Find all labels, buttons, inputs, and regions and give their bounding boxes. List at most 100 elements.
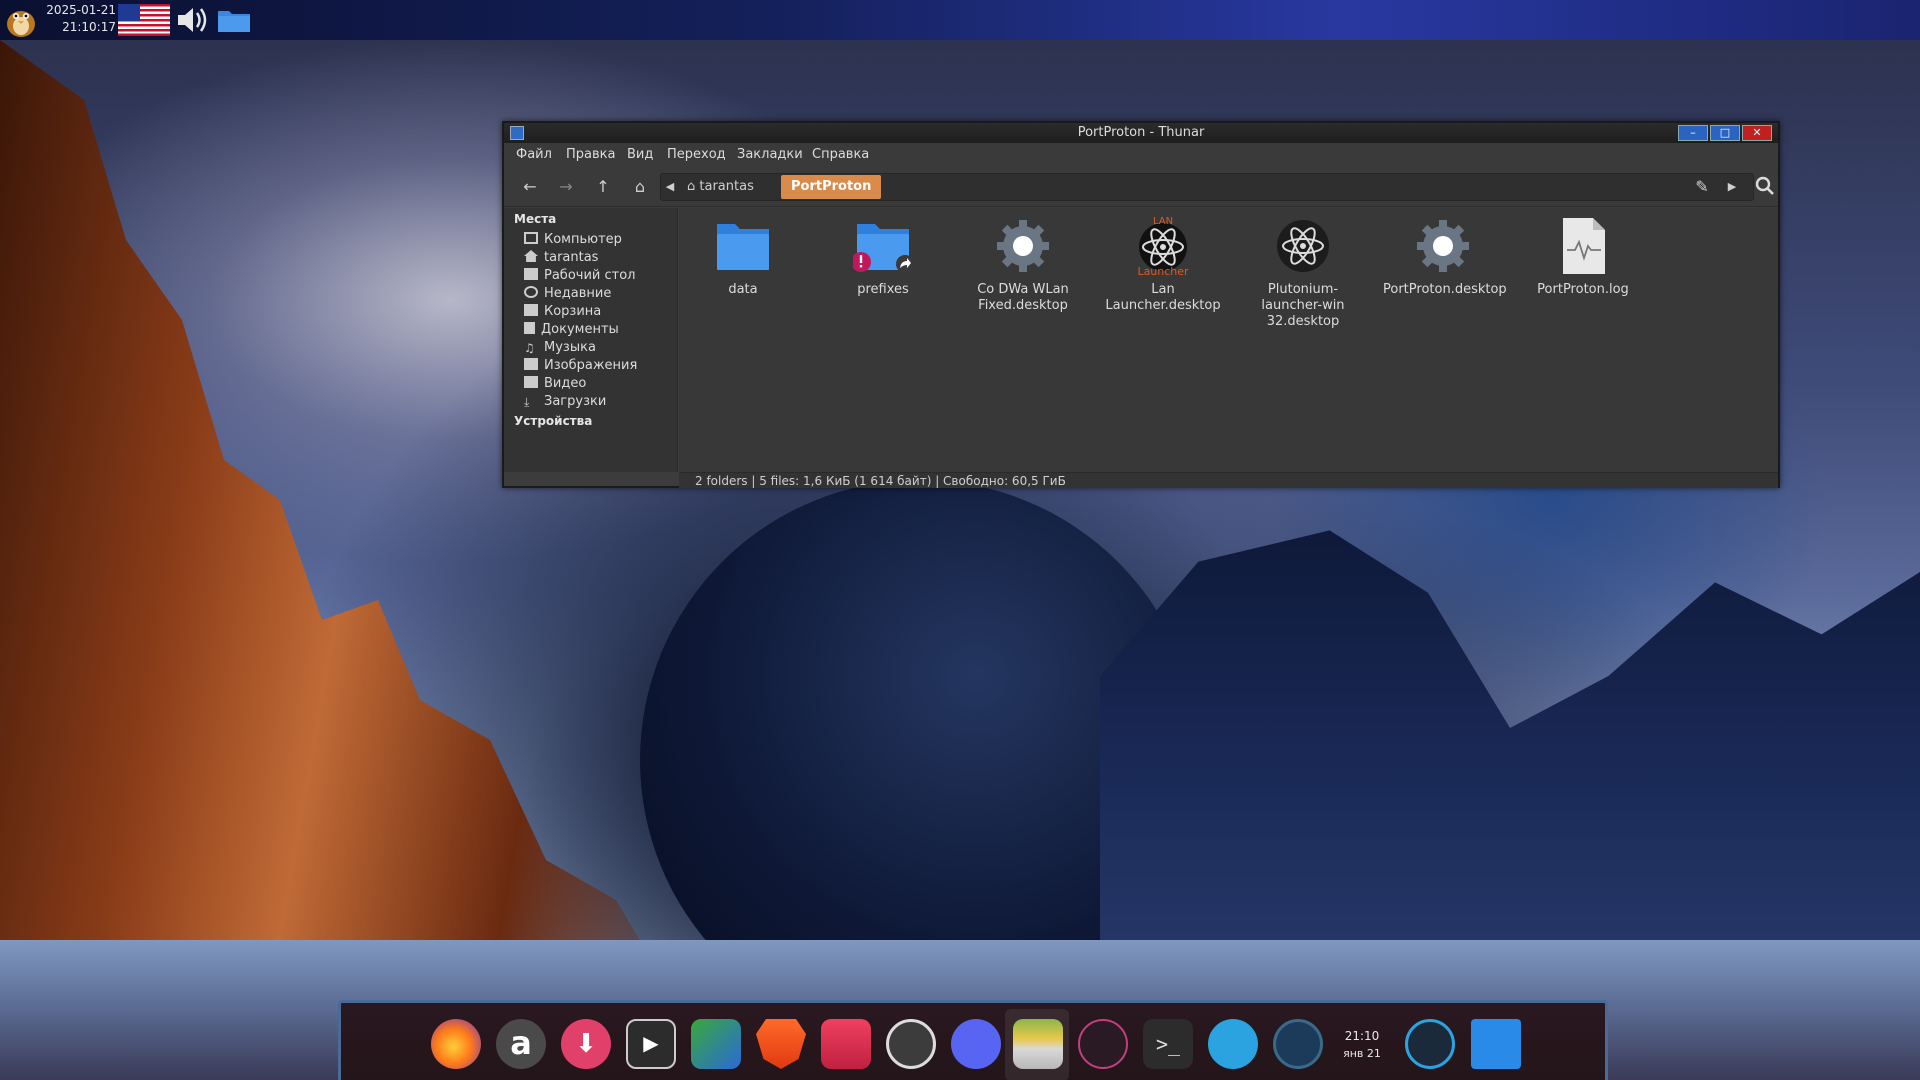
menu-go[interactable]: Переход (667, 143, 726, 167)
atom-icon (1273, 216, 1333, 276)
status-bar: 2 folders | 5 files: 1,6 КиБ (1 614 байт… (679, 472, 1778, 488)
sidebar-item-downloads[interactable]: ⤓ Загрузки (524, 392, 606, 412)
back-arrow-icon[interactable]: ← (519, 176, 541, 198)
menu-view[interactable]: Вид (627, 143, 653, 167)
firefox-icon[interactable] (431, 1019, 481, 1069)
file-manager-icon[interactable] (1013, 1019, 1063, 1069)
sidebar-item-trash[interactable]: Корзина (524, 302, 601, 322)
sidebar-item-recent[interactable]: Недавние (524, 284, 611, 304)
search-icon[interactable] (1754, 176, 1776, 198)
top-panel: 2025-01-21 21:10:17 (0, 0, 1920, 40)
breadcrumb-current[interactable]: PortProton (781, 175, 882, 199)
sidebar-item-music[interactable]: ♫ Музыка (524, 338, 596, 358)
sidebar-item-label: Изображения (544, 358, 638, 373)
dock: a ⬇ ▶ >_ 21:10 янв 21 (338, 1000, 1608, 1080)
lan-launcher-icon: LAN Launcher (1133, 216, 1193, 278)
file-item[interactable]: data (683, 216, 803, 298)
sidebar-item-label: tarantas (544, 250, 599, 265)
sidebar-item-pictures[interactable]: Изображения (524, 356, 637, 376)
dock-clock-time: 21:10 (1344, 1029, 1380, 1043)
desktop-icon (524, 268, 538, 280)
file-item[interactable]: PortProton.log (1523, 216, 1643, 298)
file-name: Lan Launcher.desktop (1105, 282, 1221, 313)
home-icon (524, 250, 538, 262)
terminal-icon[interactable]: >_ (1143, 1019, 1193, 1069)
log-file-icon (1553, 216, 1613, 276)
home-icon[interactable]: ⌂ (629, 176, 651, 198)
menu-bookmarks[interactable]: Закладки (737, 143, 803, 167)
sidebar-section-places: Места (514, 212, 557, 226)
app-store-icon[interactable]: a (496, 1019, 546, 1069)
panel-date: 2025-01-21 (46, 3, 116, 17)
us-flag-icon[interactable] (118, 4, 170, 36)
file-name: data (728, 282, 758, 297)
file-name: prefixes (857, 282, 909, 297)
document-icon (524, 322, 535, 334)
xnview-icon[interactable] (691, 1019, 741, 1069)
forward-arrow-icon[interactable]: → (555, 176, 577, 198)
tux-logo-icon[interactable] (2, 2, 40, 38)
edit-path-icon[interactable]: ✎ (1691, 176, 1713, 198)
sidebar-item-documents[interactable]: Документы (524, 320, 619, 340)
downloader-icon[interactable]: ⬇ (561, 1019, 611, 1069)
sidebar-item-desktop[interactable]: Рабочий стол (524, 266, 635, 286)
lan-icon-text-top: LAN (1153, 216, 1173, 227)
menubar: Файл Правка Вид Переход Закладки Справка (504, 143, 1778, 167)
sidebar-item-label: Загрузки (544, 394, 607, 409)
telegram-icon[interactable] (1208, 1019, 1258, 1069)
file-item[interactable]: prefixes (823, 216, 943, 298)
maximize-button[interactable]: □ (1710, 125, 1740, 141)
panel-time: 21:10:17 (62, 20, 116, 34)
computer-icon (524, 232, 538, 244)
desktop-icon[interactable] (1471, 1019, 1521, 1069)
brave-icon[interactable] (756, 1019, 806, 1069)
lan-icon-text-bottom: Launcher (1137, 265, 1189, 276)
breadcrumb-home[interactable]: ⌂ tarantas (679, 174, 762, 200)
toolbar: ← → ↑ ⌂ ◀ ⌂ tarantas PortProton ✎ ▶ (504, 167, 1778, 207)
video-camera-icon (524, 376, 538, 388)
panel-clock[interactable]: 2025-01-21 21:10:17 (42, 2, 116, 38)
volume-icon[interactable] (174, 4, 210, 36)
obs-icon[interactable] (886, 1019, 936, 1069)
path-left-chevron-icon[interactable]: ◀ (659, 176, 681, 198)
sidebar-item-label: Корзина (544, 304, 602, 319)
window-menu-icon[interactable] (510, 126, 524, 140)
screenshot-icon[interactable] (821, 1019, 871, 1069)
path-bar: ◀ ⌂ tarantas PortProton ✎ ▶ (660, 173, 1754, 201)
up-arrow-icon[interactable]: ↑ (592, 176, 614, 198)
folder-icon (713, 216, 773, 276)
sidebar-item-computer[interactable]: Компьютер (524, 230, 622, 250)
menu-file[interactable]: Файл (516, 143, 552, 167)
atom-icon[interactable] (1078, 1019, 1128, 1069)
file-name: PortProton.desktop (1383, 282, 1507, 297)
file-item[interactable]: Co DWa WLan Fixed.desktop (963, 216, 1083, 314)
gear-icon (993, 216, 1053, 276)
close-button[interactable]: ✕ (1742, 125, 1772, 141)
resource-monitor-icon[interactable] (1405, 1019, 1455, 1069)
file-name: Co DWa WLan Fixed.desktop (977, 282, 1069, 313)
folder-icon[interactable] (216, 6, 252, 34)
media-player-icon[interactable]: ▶ (626, 1019, 676, 1069)
window-titlebar[interactable]: PortProton - Thunar – □ ✕ (504, 123, 1778, 143)
file-view: data prefixes Co DWa WLan Fixed.desktop … (679, 208, 1778, 472)
file-manager-window: PortProton - Thunar – □ ✕ Файл Правка Ви… (502, 121, 1780, 488)
gear-icon (1413, 216, 1473, 276)
path-right-chevron-icon[interactable]: ▶ (1721, 176, 1743, 198)
discord-icon[interactable] (951, 1019, 1001, 1069)
menu-edit[interactable]: Правка (566, 143, 615, 167)
minimize-button[interactable]: – (1678, 125, 1708, 141)
file-item[interactable]: Plutonium-launcher-win 32.desktop (1243, 216, 1363, 330)
breadcrumb-home-label: tarantas (699, 179, 754, 194)
sidebar-item-label: Рабочий стол (544, 268, 636, 283)
sidebar-item-home[interactable]: tarantas (524, 248, 598, 268)
file-item[interactable]: PortProton.desktop (1383, 216, 1507, 298)
clock-icon (524, 286, 538, 298)
image-icon (524, 358, 538, 370)
menu-help[interactable]: Справка (812, 143, 869, 167)
file-item[interactable]: LAN Launcher Lan Launcher.desktop (1103, 216, 1223, 314)
dock-clock[interactable]: 21:10 янв 21 (1337, 1027, 1387, 1063)
system-monitor-icon[interactable] (1273, 1019, 1323, 1069)
folder-link-icon (851, 216, 914, 276)
sidebar-item-videos[interactable]: Видео (524, 374, 586, 394)
sidebar-item-label: Музыка (544, 340, 596, 355)
